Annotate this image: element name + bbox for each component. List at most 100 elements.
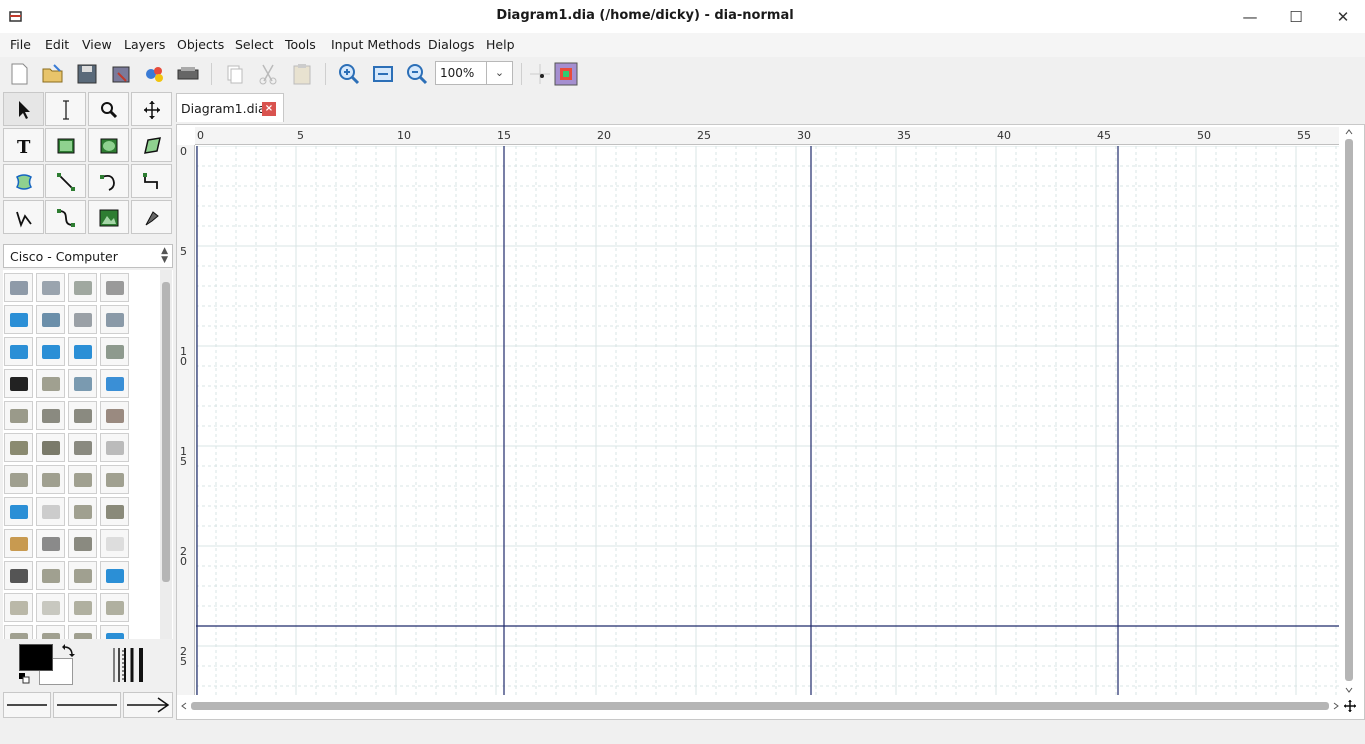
menu-objects[interactable]: Objects [177, 37, 224, 52]
shape-item[interactable] [4, 561, 33, 590]
diagram-canvas[interactable] [196, 146, 1339, 695]
scrollbar-thumb[interactable] [162, 282, 170, 582]
shape-item[interactable] [4, 369, 33, 398]
shape-item[interactable] [36, 369, 65, 398]
tool-beziergon[interactable] [3, 164, 44, 198]
shape-item[interactable] [100, 529, 129, 558]
zoom-out-icon[interactable] [404, 61, 430, 87]
shape-item[interactable] [36, 305, 65, 334]
navigation-icon[interactable] [1344, 700, 1356, 712]
shape-item[interactable] [4, 273, 33, 302]
shape-item[interactable] [68, 401, 97, 430]
shape-item[interactable] [36, 433, 65, 462]
chevron-right-icon[interactable] [1331, 701, 1341, 711]
horizontal-scrollbar[interactable] [179, 699, 1341, 713]
scrollbar-thumb[interactable] [1345, 139, 1353, 681]
minimize-icon[interactable]: — [1230, 4, 1270, 30]
zoom-fit-icon[interactable] [370, 61, 396, 87]
shape-item[interactable] [100, 305, 129, 334]
shape-item[interactable] [68, 529, 97, 558]
scrollbar-thumb[interactable] [191, 702, 1329, 710]
line-style-selector-button[interactable] [53, 692, 121, 718]
shape-item[interactable] [68, 433, 97, 462]
end-arrow-selector[interactable] [123, 692, 173, 718]
shape-item[interactable] [68, 305, 97, 334]
shape-item[interactable] [4, 401, 33, 430]
shape-item[interactable] [68, 561, 97, 590]
shape-item[interactable] [68, 497, 97, 526]
new-document-icon[interactable] [6, 61, 32, 87]
swap-colors-icon[interactable] [61, 644, 75, 658]
shape-item[interactable] [100, 369, 129, 398]
shape-item[interactable] [68, 625, 97, 639]
shape-item[interactable] [100, 433, 129, 462]
tool-arc[interactable] [88, 164, 129, 198]
menu-help[interactable]: Help [486, 37, 515, 52]
sheet-selector[interactable]: Cisco - Computer ▲ ▼ [3, 244, 173, 268]
close-icon[interactable]: ✕ [1323, 4, 1363, 30]
shape-item[interactable] [36, 401, 65, 430]
shape-item[interactable] [68, 593, 97, 622]
shape-item[interactable] [36, 529, 65, 558]
menu-file[interactable]: File [10, 37, 31, 52]
snap-to-grid-icon[interactable] [527, 61, 553, 87]
tool-image[interactable] [88, 200, 129, 234]
tool-text[interactable]: T [3, 128, 44, 162]
menu-select[interactable]: Select [235, 37, 274, 52]
shape-item[interactable] [100, 401, 129, 430]
chevron-down-icon[interactable] [1344, 685, 1354, 695]
shape-item[interactable] [68, 337, 97, 366]
shape-item[interactable] [68, 369, 97, 398]
shape-item[interactable] [36, 561, 65, 590]
line-width-icon[interactable] [111, 646, 151, 684]
shape-item[interactable] [68, 273, 97, 302]
tool-scroll[interactable] [131, 92, 172, 126]
paste-icon[interactable] [289, 61, 315, 87]
tool-zigzag-line[interactable] [131, 164, 172, 198]
shape-item[interactable] [4, 529, 33, 558]
vertical-scrollbar[interactable] [1342, 127, 1356, 697]
print-icon[interactable] [142, 61, 168, 87]
snap-to-objects-icon[interactable] [553, 61, 579, 87]
tool-bezier-line[interactable] [45, 200, 86, 234]
shape-item[interactable] [36, 497, 65, 526]
shape-item[interactable] [4, 305, 33, 334]
maximize-icon[interactable]: ☐ [1276, 4, 1316, 30]
shape-item[interactable] [4, 593, 33, 622]
reset-colors-icon[interactable] [19, 673, 31, 685]
chevron-up-icon[interactable] [1344, 127, 1354, 137]
start-arrow-selector[interactable] [3, 692, 51, 718]
menu-view[interactable]: View [82, 37, 112, 52]
zoom-combobox[interactable]: 100% ⌄ [435, 61, 513, 85]
tool-pointer[interactable] [3, 92, 44, 126]
shape-item[interactable] [36, 465, 65, 494]
shape-item[interactable] [4, 337, 33, 366]
tool-magnify[interactable] [88, 92, 129, 126]
save-icon[interactable] [74, 61, 100, 87]
save-as-icon[interactable] [108, 61, 134, 87]
tool-polygon[interactable] [131, 128, 172, 162]
tool-outline[interactable] [131, 200, 172, 234]
tab-diagram1[interactable]: Diagram1.dia × [176, 93, 284, 122]
shape-item[interactable] [4, 497, 33, 526]
shape-item[interactable] [100, 625, 129, 639]
shape-item[interactable] [4, 625, 33, 639]
menu-layers[interactable]: Layers [124, 37, 165, 52]
chevron-left-icon[interactable] [179, 701, 189, 711]
chevron-down-icon[interactable]: ⌄ [486, 62, 512, 84]
tool-line[interactable] [45, 164, 86, 198]
foreground-color-swatch[interactable] [19, 644, 53, 671]
shape-item[interactable] [100, 273, 129, 302]
shape-item[interactable] [36, 593, 65, 622]
tool-polyline[interactable] [3, 200, 44, 234]
shape-item[interactable] [100, 593, 129, 622]
tool-box[interactable] [45, 128, 86, 162]
shape-item[interactable] [36, 337, 65, 366]
copy-icon[interactable] [222, 61, 248, 87]
shape-item[interactable] [36, 273, 65, 302]
shape-item[interactable] [36, 625, 65, 639]
tool-ellipse[interactable] [88, 128, 129, 162]
open-folder-icon[interactable] [40, 61, 66, 87]
shape-item[interactable] [100, 337, 129, 366]
shape-item[interactable] [100, 561, 129, 590]
